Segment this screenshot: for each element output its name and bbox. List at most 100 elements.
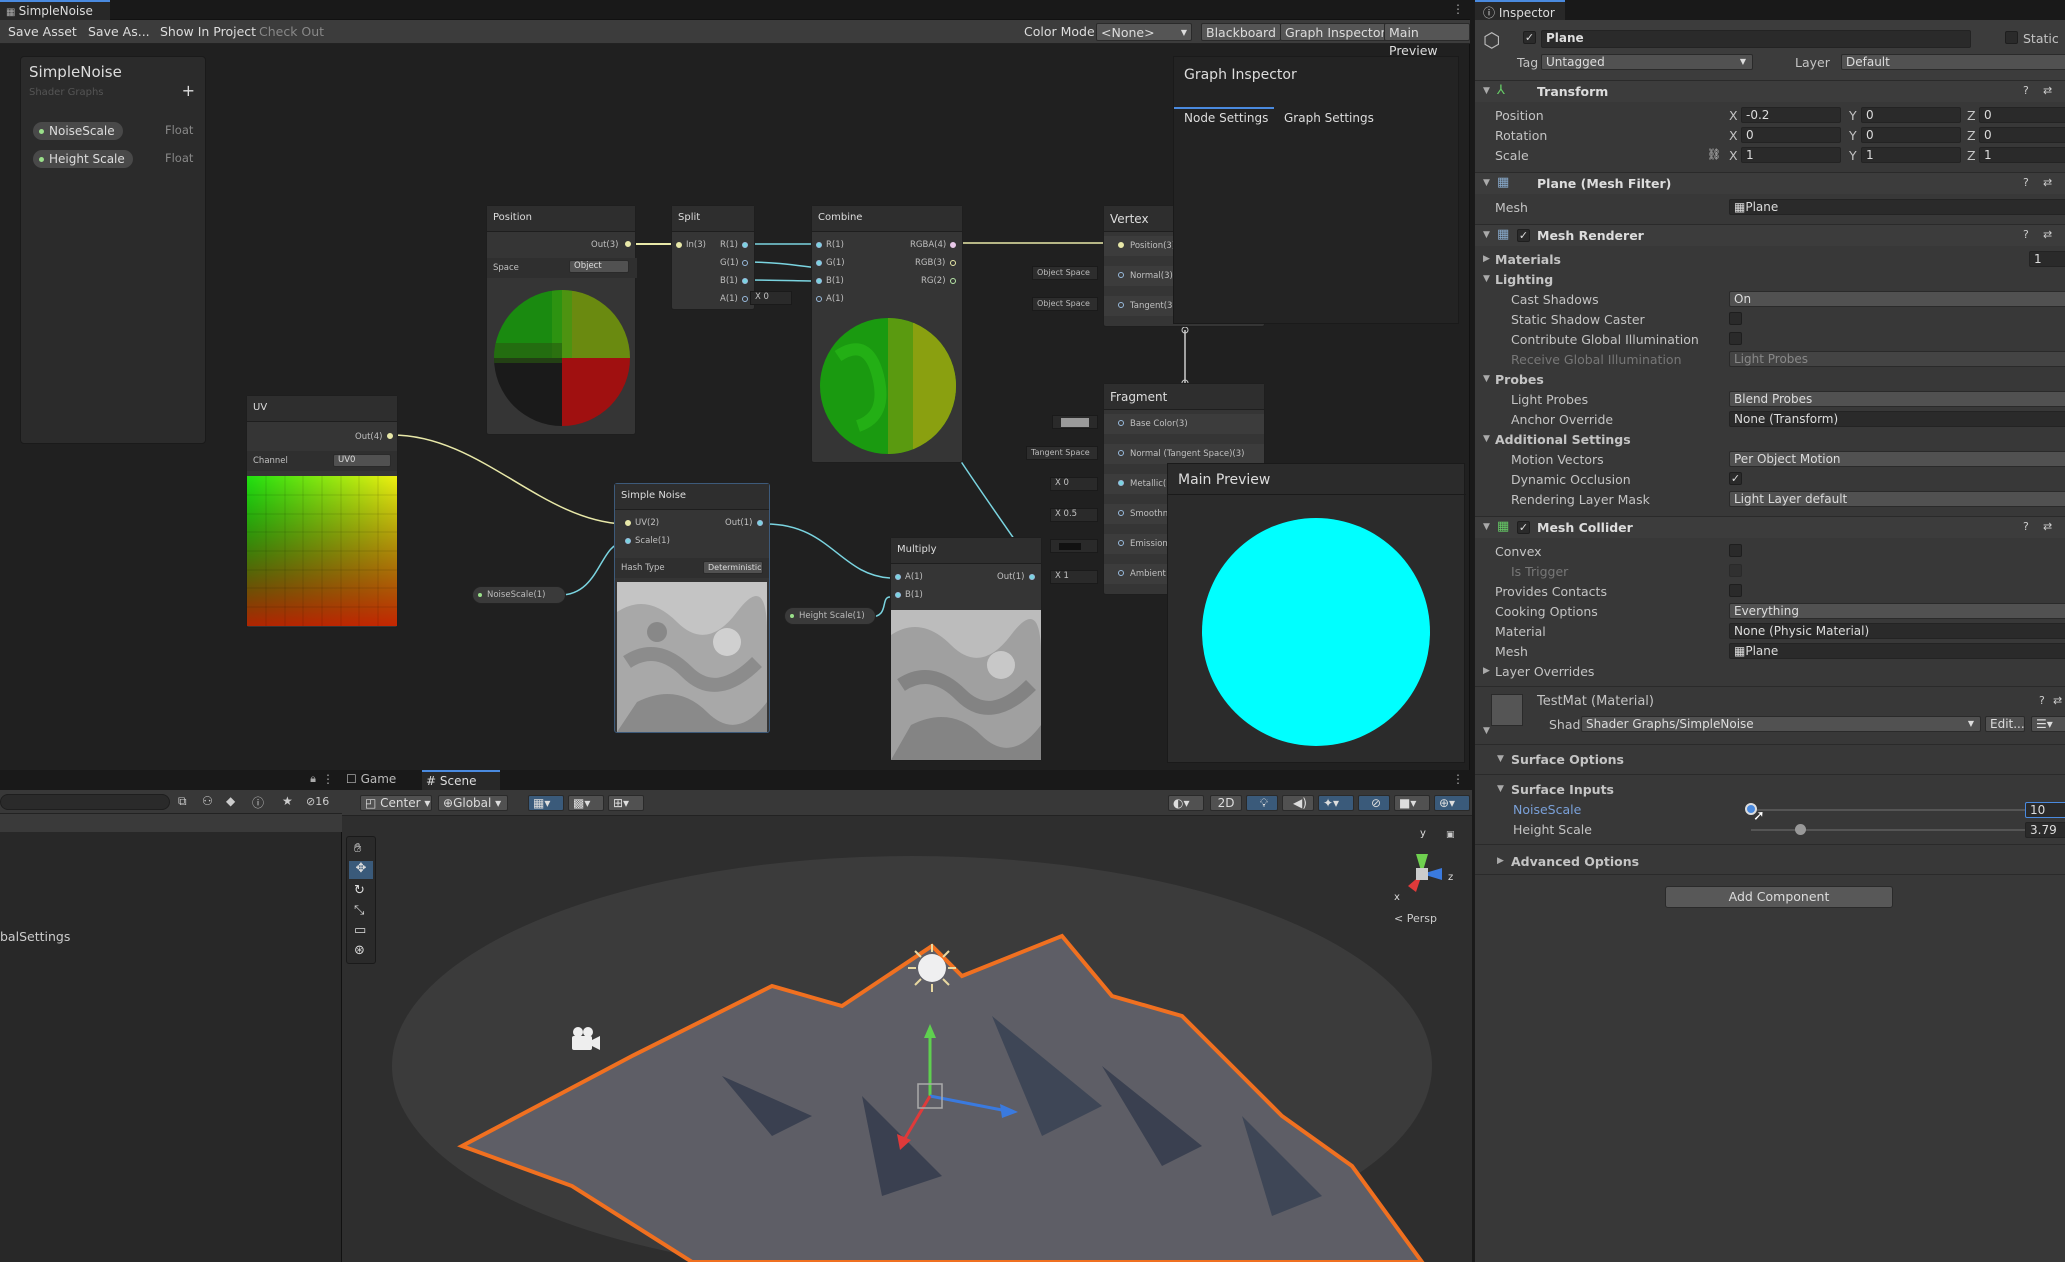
port-dot[interactable] [950, 242, 956, 248]
edit-shader-button[interactable]: Edit... [1985, 716, 2025, 732]
contribute-gi-checkbox[interactable] [1729, 332, 1742, 345]
foldout-icon[interactable]: ▼ [1497, 754, 1504, 764]
foldout-icon[interactable]: ▼ [1483, 230, 1490, 240]
provides-contacts-checkbox[interactable] [1729, 584, 1742, 597]
toggle-2d-button[interactable]: 2D [1210, 795, 1242, 811]
rendering-layer-dropdown[interactable]: Light Layer default [1729, 491, 2065, 507]
foldout-icon[interactable]: ▼ [1483, 522, 1490, 532]
shader-dropdown[interactable]: Shader Graphs/SimpleNoise ▼ [1581, 716, 1981, 732]
node-split[interactable]: Split In(3) R(1) G(1) B(1) A(1) [671, 205, 755, 310]
node-multiply[interactable]: Multiply A(1) B(1) Out(1) [890, 537, 1042, 761]
object-space-input[interactable]: Object Space [1032, 297, 1098, 311]
scene-filter-icon[interactable]: ⧉ [178, 794, 187, 809]
rotation-x-input[interactable]: 0 [1741, 127, 1841, 143]
scene-viewport[interactable] [342, 816, 1472, 1262]
transform-header[interactable]: ▼ ⅄ Transform ? ⇄ [1475, 80, 2065, 102]
rotation-y-input[interactable]: 0 [1861, 127, 1961, 143]
foldout-icon[interactable]: ▶ [1497, 856, 1504, 866]
main-preview-panel[interactable]: Main Preview [1167, 463, 1466, 763]
port-dot[interactable] [742, 278, 748, 284]
channel-dropdown[interactable]: UV0 [333, 454, 391, 467]
foldout-icon[interactable]: ▼ [1483, 178, 1490, 188]
port-dot[interactable] [895, 592, 901, 598]
space-dropdown[interactable]: Object [569, 260, 629, 273]
port-dot[interactable] [676, 242, 682, 248]
port-dot[interactable] [1118, 242, 1124, 248]
tab-scene[interactable]: # Scene [422, 770, 500, 790]
port-dot[interactable] [742, 260, 748, 266]
hierarchy-item[interactable]: balSettings [0, 929, 70, 944]
search-input[interactable] [0, 794, 170, 810]
node-simple-noise[interactable]: Simple Noise UV(2) Scale(1) Out(1) Hash … [614, 483, 770, 733]
scale-tool-icon[interactable]: ⤡ [354, 903, 364, 918]
enabled-checkbox[interactable]: ✓ [1517, 229, 1530, 242]
position-z-input[interactable]: 0 [1979, 107, 2065, 123]
settings-icon[interactable]: ⇄ [2043, 520, 2052, 533]
add-component-button[interactable]: Add Component [1665, 886, 1893, 908]
port-dot[interactable] [816, 260, 822, 266]
tag-dropdown[interactable]: Untagged ▼ [1541, 54, 1753, 70]
port-dot[interactable] [1118, 510, 1124, 516]
mesh-renderer-header[interactable]: ▼ ▦ ✓ Mesh Renderer ? ⇄ [1475, 224, 2065, 246]
scale-x-input[interactable]: 1 [1741, 147, 1841, 163]
receive-gi-dropdown[interactable]: Light Probes [1729, 351, 2065, 367]
base-color-swatch-input[interactable] [1052, 415, 1098, 429]
materials-count-field[interactable]: 1 [2029, 251, 2065, 267]
help-icon[interactable]: ? [2023, 520, 2029, 533]
advanced-options-foldout[interactable]: Advanced Options [1511, 854, 1639, 869]
rotate-tool-icon[interactable]: ↻ [354, 883, 365, 898]
scale-z-input[interactable]: 1 [1979, 147, 2065, 163]
object-name-input[interactable]: Plane [1541, 30, 1971, 48]
port-dot[interactable] [816, 278, 822, 284]
port-dot[interactable] [757, 520, 763, 526]
menu-icon[interactable]: ⋮ [322, 772, 334, 786]
position-y-input[interactable]: 0 [1861, 107, 1961, 123]
active-checkbox[interactable]: ✓ [1523, 31, 1536, 44]
physic-material-field[interactable]: None (Physic Material) [1729, 623, 2065, 639]
tab-game[interactable]: ☐ Game [346, 772, 396, 786]
cooking-options-dropdown[interactable]: Everything [1729, 603, 2065, 619]
settings-icon[interactable]: ⇄ [2043, 176, 2052, 189]
layer-dropdown[interactable]: Default [1841, 54, 2065, 70]
port-dot[interactable] [742, 296, 748, 302]
gizmos-icon[interactable]: ⊕▾ [1434, 795, 1470, 811]
materials-foldout[interactable]: Materials [1495, 252, 1561, 267]
port-dot[interactable] [895, 574, 901, 580]
port-dot[interactable] [1118, 272, 1124, 278]
light-probes-dropdown[interactable]: Blend Probes [1729, 391, 2065, 407]
foldout-icon[interactable]: ▼ [1483, 434, 1490, 444]
tangent-space-input[interactable]: Tangent Space [1026, 446, 1098, 460]
foldout-icon[interactable]: ▶ [1483, 666, 1490, 676]
gizmo-center[interactable] [1416, 868, 1428, 880]
port-dot[interactable] [1118, 540, 1124, 546]
hierarchy-scene-row[interactable] [0, 814, 342, 832]
position-x-input[interactable]: -0.2 [1741, 107, 1841, 123]
surface-inputs-foldout[interactable]: Surface Inputs [1511, 782, 1614, 797]
move-tool-icon[interactable]: ✥ [349, 861, 373, 879]
smoothness-input[interactable]: X 0.5 [1050, 508, 1098, 522]
settings-icon[interactable]: ⇄ [2043, 84, 2052, 97]
surface-options-foldout[interactable]: Surface Options [1511, 752, 1624, 767]
port-dot[interactable] [625, 538, 631, 544]
probes-foldout[interactable]: Probes [1495, 372, 1544, 387]
enabled-checkbox[interactable]: ✓ [1517, 521, 1530, 534]
combine-a-input[interactable]: X 0 [750, 291, 792, 305]
lock-icon[interactable]: ▣ [1446, 830, 1455, 840]
camera-settings-icon[interactable]: ■▾ [1394, 795, 1430, 811]
foldout-icon[interactable]: ▼ [1497, 784, 1504, 794]
height-scale-input[interactable]: 3.79 [2025, 822, 2065, 838]
node-uv[interactable]: UV Out(4) Channel UV0 [246, 395, 398, 628]
object-space-input[interactable]: Object Space [1032, 266, 1098, 280]
mesh-collider-header[interactable]: ▼ ▦ ✓ Mesh Collider ? ⇄ [1475, 516, 2065, 538]
convex-checkbox[interactable] [1729, 544, 1742, 557]
mesh-filter-header[interactable]: ▼ ▦ Plane (Mesh Filter) ? ⇄ [1475, 172, 2065, 194]
foldout-icon[interactable]: ▼ [1483, 86, 1490, 96]
info-icon[interactable]: ⓘ [252, 794, 264, 811]
heightscale-property-node[interactable]: Height Scale(1) [784, 607, 876, 625]
constrain-proportions-icon[interactable]: ⛓︎ [1707, 148, 1721, 161]
help-icon[interactable]: ? [2023, 84, 2029, 97]
static-checkbox[interactable] [2005, 31, 2018, 44]
list-icon[interactable]: ☰▾ [2031, 716, 2065, 732]
scale-y-input[interactable]: 1 [1861, 147, 1961, 163]
port-dot[interactable] [742, 242, 748, 248]
